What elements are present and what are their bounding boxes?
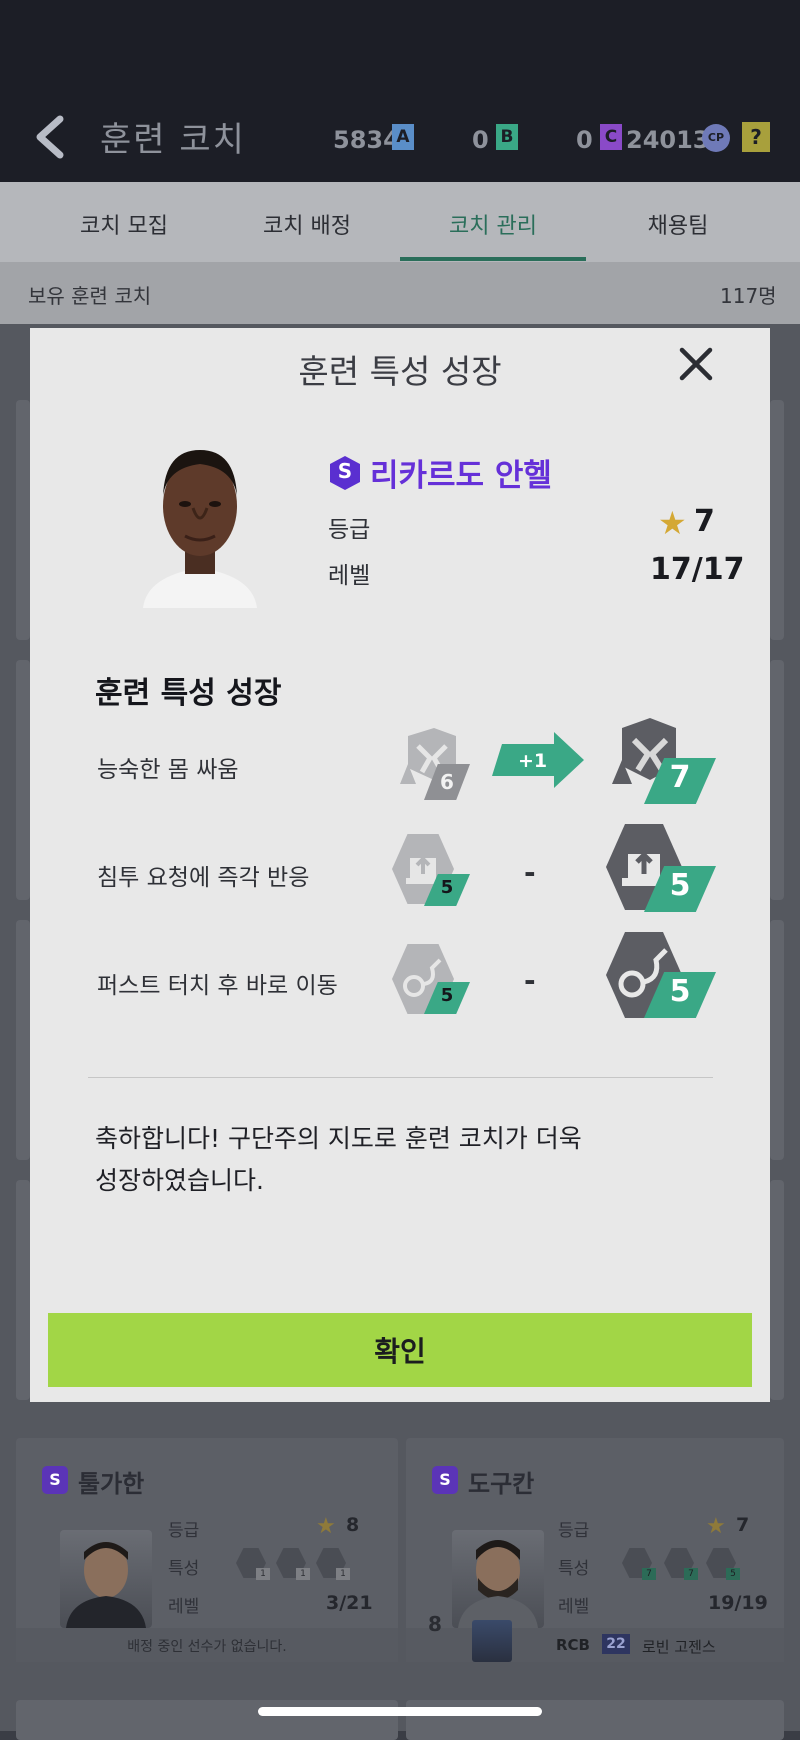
currency-a-value: 5834 (333, 126, 400, 154)
coach-portrait (452, 1530, 544, 1628)
currency-c-value: 0 (576, 126, 593, 154)
currency-c-icon: C (600, 124, 622, 150)
congrats-line-1: 축하합니다! 구단주의 지도로 훈련 코치가 더욱 (95, 1124, 582, 1153)
coach-portrait (135, 438, 265, 608)
coach-name: 툴가한 (78, 1470, 145, 1498)
grade-s-badge: S (42, 1466, 68, 1494)
tab-recruit[interactable]: 코치 모집 (24, 208, 224, 240)
grade-value: 7 (736, 1514, 750, 1536)
grade-label: 등급 (328, 517, 371, 543)
congrats-message: 축하합니다! 구단주의 지도로 훈련 코치가 더욱 성장하였습니다. (95, 1118, 655, 1202)
divider (88, 1077, 713, 1078)
coach-portrait (60, 1530, 152, 1628)
trait-change: - (524, 856, 536, 889)
grade-s-badge: S (432, 1466, 458, 1494)
trait-before-level: 6 (440, 770, 454, 794)
card-edge (770, 920, 784, 1160)
level-label: 레벨 (168, 1597, 200, 1617)
grade-s-badge: S (328, 455, 362, 491)
coach-name: 도구칸 (468, 1470, 535, 1498)
trait-change: +1 (518, 750, 548, 772)
trait-level: 7 (642, 1568, 656, 1580)
owned-coaches-label: 보유 훈련 코치 (28, 284, 152, 308)
player-thumbnail (472, 1620, 512, 1662)
card-edge (770, 1180, 784, 1400)
star-icon: ★ (316, 1514, 336, 1539)
level-value: 17/17 (650, 552, 745, 587)
trait-name: 퍼스트 터치 후 바로 이동 (97, 973, 338, 999)
level-value: 19/19 (708, 1592, 768, 1614)
trait-name: 침투 요청에 즉각 반응 (97, 865, 310, 891)
level-label: 레벨 (328, 563, 371, 589)
trait-level: 1 (256, 1568, 270, 1580)
help-button[interactable]: ? (742, 122, 770, 152)
page-title: 훈련 코치 (100, 120, 246, 160)
active-tab-indicator (400, 257, 586, 261)
card-edge (16, 660, 30, 900)
card-edge (16, 1180, 30, 1400)
grade-value: 7 (694, 504, 715, 539)
tab-manage[interactable]: 코치 관리 (393, 208, 593, 240)
assignment-bar (406, 1628, 784, 1662)
tab-hiring-team[interactable]: 채용팀 (578, 208, 778, 240)
trait-label: 특성 (558, 1559, 590, 1579)
trait-level: 1 (296, 1568, 310, 1580)
cp-icon: CP (702, 124, 730, 152)
congrats-line-2: 성장하였습니다. (95, 1166, 264, 1195)
back-arrow-icon[interactable] (32, 115, 72, 159)
modal-title: 훈련 특성 성장 (298, 352, 502, 391)
level-value: 3/21 (326, 1592, 373, 1614)
currency-a-icon: A (392, 124, 414, 150)
trait-level: 7 (684, 1568, 698, 1580)
trait-level: 5 (726, 1568, 740, 1580)
trait-before-level: 5 (440, 985, 454, 1006)
player-position: RCB (556, 1636, 590, 1654)
tab-assign[interactable]: 코치 배정 (207, 208, 407, 240)
trait-after-level: 5 (669, 974, 691, 1009)
star-icon: ★ (658, 504, 687, 542)
card-edge (16, 920, 30, 1160)
home-indicator[interactable] (258, 1707, 542, 1716)
card-edge (16, 1700, 398, 1740)
trait-level: 1 (336, 1568, 350, 1580)
grade-label: 등급 (558, 1521, 590, 1541)
trait-change: - (524, 964, 536, 997)
currency-b-icon: B (496, 124, 518, 150)
trait-after-level: 7 (669, 760, 691, 795)
grade-label: 등급 (168, 1521, 200, 1541)
owned-coaches-count: 117명 (720, 284, 777, 308)
assignment-empty-text: 배정 중인 선수가 없습니다. (127, 1639, 287, 1655)
currency-b-value: 0 (472, 126, 489, 154)
confirm-button[interactable]: 확인 (48, 1313, 752, 1387)
player-ovr: 22 (602, 1634, 630, 1654)
card-edge (770, 400, 784, 640)
trait-after-level: 5 (669, 868, 691, 903)
grade-value: 8 (346, 1514, 360, 1536)
player-name: 로빈 고젠스 (642, 1638, 716, 1656)
close-icon[interactable] (672, 340, 720, 388)
assigned-number: 8 (428, 1612, 442, 1636)
trait-name: 능숙한 몸 싸움 (97, 757, 239, 783)
star-icon: ★ (706, 1514, 726, 1539)
coach-name: 리카르도 안헬 (370, 458, 552, 494)
card-edge (16, 400, 30, 640)
level-label: 레벨 (558, 1597, 590, 1617)
trait-label: 특성 (168, 1559, 200, 1579)
card-edge (406, 1700, 784, 1740)
card-edge (770, 660, 784, 900)
section-title: 훈련 특성 성장 (95, 676, 282, 711)
trait-before-level: 5 (440, 877, 454, 898)
